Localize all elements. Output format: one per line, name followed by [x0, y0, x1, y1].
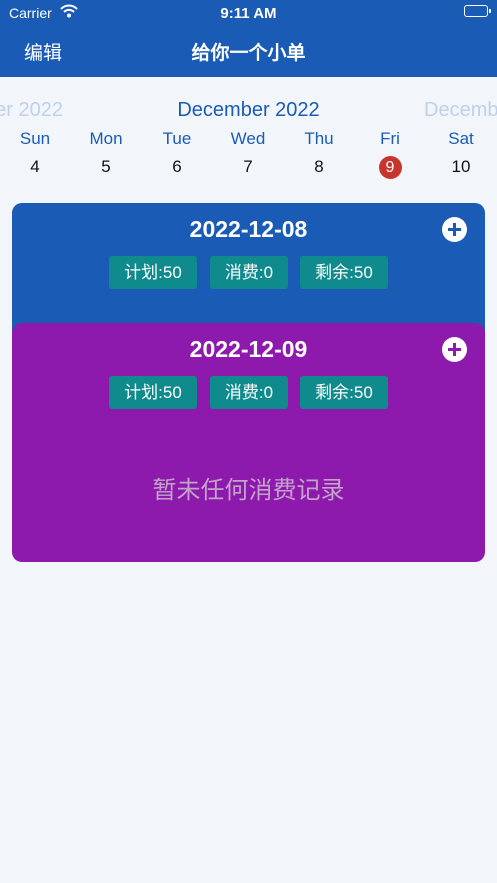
remain-badge: 剩余:50 — [300, 256, 388, 289]
page-title: 给你一个小单 — [191, 43, 306, 64]
add-record-button[interactable] — [442, 337, 467, 362]
next-month-label[interactable]: Decemb — [424, 99, 497, 122]
card-date: 2022-12-08 — [189, 216, 308, 242]
weekday-fri: Fri — [380, 129, 400, 148]
status-bar: Carrier 9:11 AM — [0, 0, 497, 26]
day-cell[interactable]: 10 — [431, 156, 491, 178]
battery-icon — [464, 5, 491, 17]
add-record-button[interactable] — [442, 217, 467, 242]
weekday-thu: Thu — [304, 129, 334, 148]
day-cell[interactable]: 4 — [5, 156, 65, 178]
day-cell[interactable]: 7 — [218, 156, 278, 178]
weekday-wed: Wed — [230, 129, 266, 148]
weekday-sat: Sat — [448, 129, 474, 148]
spent-badge: 消费:0 — [210, 256, 288, 289]
remain-badge: 剩余:50 — [300, 376, 388, 409]
plan-badge: 计划:50 — [109, 256, 197, 289]
selected-day-badge: 9 — [378, 156, 402, 179]
card-date: 2022-12-09 — [189, 336, 308, 362]
weekday-tue: Tue — [162, 129, 192, 148]
spent-badge: 消费:0 — [210, 376, 288, 409]
current-month-label: December 2022 — [177, 99, 320, 121]
weekday-sun: Sun — [19, 129, 51, 148]
status-time: 9:11 AM — [220, 5, 277, 22]
week-calendar[interactable]: ber 2022 December 2022 Decemb Sun Mon Tu… — [0, 77, 497, 187]
day-cell[interactable]: 8 — [289, 156, 349, 178]
day-card[interactable]: 2022-12-09 计划:50 消费:0 剩余:50 暂未任何消费记录 — [12, 323, 485, 562]
weekday-mon: Mon — [89, 129, 123, 148]
day-cell[interactable]: 5 — [76, 156, 136, 178]
empty-state-text: 暂未任何消费记录 — [152, 477, 345, 504]
nav-bar: Carrier 9:11 AM 编辑 给你一个小单 — [0, 0, 497, 77]
plan-badge: 计划:50 — [109, 376, 197, 409]
day-cell-selected[interactable]: 9 — [360, 156, 420, 179]
day-cell[interactable]: 6 — [147, 156, 207, 178]
